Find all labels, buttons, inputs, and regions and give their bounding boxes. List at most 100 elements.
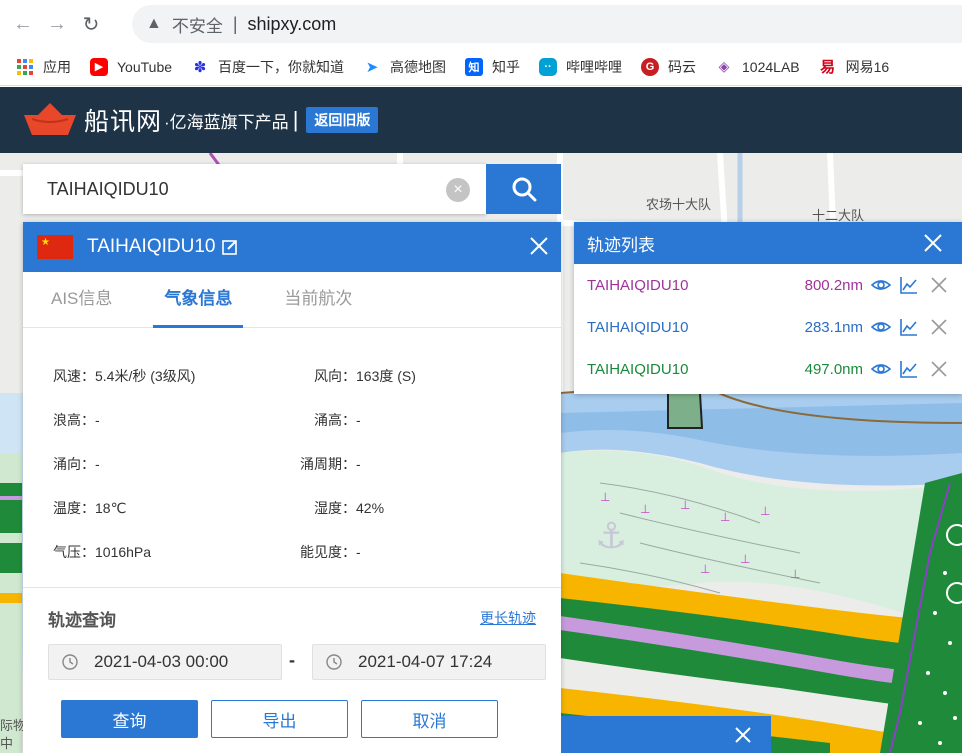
track-distance: 800.2nm bbox=[804, 276, 863, 294]
date-separator: - bbox=[289, 650, 295, 670]
bookmark-label: YouTube bbox=[117, 58, 173, 75]
brand-name: 船讯网 bbox=[84, 108, 163, 136]
china-flag-icon: ★ bbox=[37, 235, 73, 259]
swell-direction: 涌向：- bbox=[53, 456, 100, 472]
wind-speed: 风速：5.4米/秒 (3级风) bbox=[53, 368, 196, 384]
wind-direction: 风向：163度 (S) bbox=[314, 368, 416, 384]
delete-x-icon[interactable] bbox=[929, 317, 949, 337]
bookmark-amap[interactable]: ➤ 高德地图 bbox=[363, 57, 446, 77]
gitee-icon: G bbox=[641, 57, 660, 76]
bookmark-youtube[interactable]: ▶ YouTube bbox=[90, 57, 173, 76]
track-list-item: TAIHAIQIDU10 800.2nm bbox=[574, 264, 962, 306]
return-old-version-button[interactable]: 返回旧版 bbox=[306, 107, 379, 133]
edit-icon[interactable] bbox=[221, 238, 239, 256]
delete-x-icon[interactable] bbox=[929, 275, 949, 295]
swell-height: 涌高：- bbox=[314, 412, 361, 428]
brand-subtitle: ·亿海蓝旗下产品 bbox=[164, 112, 289, 132]
forward-arrow-icon[interactable]: → bbox=[46, 13, 68, 35]
longer-track-link[interactable]: 更长轨迹 bbox=[480, 608, 536, 628]
search-input[interactable] bbox=[23, 178, 433, 200]
clock-icon bbox=[326, 654, 342, 670]
search-button[interactable] bbox=[486, 164, 561, 214]
map-label: 中 bbox=[0, 736, 14, 751]
url-bar[interactable]: ▲ 不安全 | shipxy.com bbox=[132, 5, 962, 43]
bookmark-netease[interactable]: 易 网易16 bbox=[819, 57, 890, 77]
browser-address-bar: ← → ↻ ▲ 不安全 | shipxy.com bbox=[0, 0, 962, 48]
ship-tabs: AIS信息 气象信息 当前航次 bbox=[23, 272, 561, 328]
track-query-section: 轨迹查询 更长轨迹 2021-04-03 00:00 - 2021-04-07 … bbox=[23, 587, 561, 753]
bookmark-gitee[interactable]: G 码云 bbox=[641, 57, 696, 77]
netease-icon: 易 bbox=[820, 59, 836, 76]
line-chart-icon[interactable] bbox=[899, 359, 919, 379]
bookmark-label: 知乎 bbox=[492, 58, 521, 75]
bookmark-bilibili[interactable]: ·· 哔哩哔哩 bbox=[539, 57, 622, 77]
bookmark-label: 码云 bbox=[668, 58, 697, 75]
bookmark-1024lab[interactable]: ◈ 1024LAB bbox=[715, 58, 800, 76]
track-list-title: 轨迹列表 bbox=[587, 235, 655, 255]
pressure: 气压：1016hPa bbox=[53, 544, 152, 560]
export-button[interactable]: 导出 bbox=[211, 700, 348, 738]
url-text[interactable]: shipxy.com bbox=[248, 14, 337, 35]
youtube-icon: ▶ bbox=[90, 57, 108, 76]
bookmark-label: 应用 bbox=[43, 58, 71, 75]
end-date-field[interactable]: 2021-04-07 17:24 bbox=[312, 644, 546, 680]
delete-x-icon[interactable] bbox=[929, 359, 949, 379]
track-list-item: TAIHAIQIDU10 497.0nm bbox=[574, 348, 962, 390]
bookmark-label: 高德地图 bbox=[390, 58, 447, 75]
start-date-value: 2021-04-03 00:00 bbox=[94, 652, 229, 671]
svg-text:⚓: ⚓ bbox=[595, 516, 627, 557]
track-list-panel: 轨迹列表 TAIHAIQIDU10 800.2nm TAIHAIQIDU10 2… bbox=[574, 222, 962, 394]
query-button[interactable]: 查询 bbox=[61, 700, 198, 738]
svg-text:⊥: ⊥ bbox=[680, 498, 690, 512]
clock-icon bbox=[62, 654, 78, 670]
zhihu-icon: 知 bbox=[465, 57, 484, 76]
track-list-header: 轨迹列表 bbox=[574, 222, 962, 264]
svg-text:⊥: ⊥ bbox=[700, 562, 710, 576]
site-header: 船讯网 ·亿海蓝旗下产品 | 返回旧版 bbox=[0, 87, 962, 153]
cancel-button[interactable]: 取消 bbox=[361, 700, 498, 738]
ship-name: TAIHAIQIDU10 bbox=[87, 236, 216, 257]
wave-height: 浪高：- bbox=[53, 412, 100, 428]
bilibili-icon: ·· bbox=[539, 57, 558, 76]
start-date-field[interactable]: 2021-04-03 00:00 bbox=[48, 644, 282, 680]
bookmark-baidu[interactable]: ✽ 百度一下，你就知道 bbox=[191, 57, 344, 77]
warning-triangle-icon[interactable]: ▲ bbox=[146, 15, 162, 33]
bookmark-label: 网易16 bbox=[845, 58, 890, 75]
svg-text:⊥: ⊥ bbox=[720, 510, 730, 524]
amap-icon: ➤ bbox=[365, 58, 379, 76]
close-icon[interactable] bbox=[527, 234, 551, 258]
track-distance: 497.0nm bbox=[804, 360, 863, 378]
visibility: 能见度：- bbox=[300, 544, 361, 560]
track-name: TAIHAIQIDU10 bbox=[587, 276, 689, 294]
bookmark-zhihu[interactable]: 知 知乎 bbox=[465, 57, 520, 77]
brand-divider: | bbox=[292, 107, 299, 132]
temperature: 温度：18℃ bbox=[53, 500, 127, 516]
reload-icon[interactable]: ↻ bbox=[80, 13, 102, 36]
map-label: 农场十大队 bbox=[646, 197, 712, 212]
eye-icon[interactable] bbox=[871, 275, 891, 295]
ship-info-panel: ★ TAIHAIQIDU10 AIS信息 气象信息 当前航次 风速：5.4米/秒… bbox=[23, 222, 561, 753]
url-separator: | bbox=[232, 13, 238, 34]
svg-text:⊥: ⊥ bbox=[790, 567, 800, 581]
bottom-panel-header bbox=[561, 716, 771, 753]
back-arrow-icon[interactable]: ← bbox=[12, 13, 34, 35]
tab-current-voyage[interactable]: 当前航次 bbox=[284, 284, 352, 327]
baidu-paw-icon: ✽ bbox=[193, 58, 207, 76]
close-icon[interactable] bbox=[922, 232, 944, 254]
line-chart-icon[interactable] bbox=[899, 275, 919, 295]
eye-icon[interactable] bbox=[871, 359, 891, 379]
tab-ais-info[interactable]: AIS信息 bbox=[51, 284, 112, 327]
svg-text:⊥: ⊥ bbox=[740, 552, 750, 566]
svg-text:⊥: ⊥ bbox=[600, 490, 610, 504]
ship-logo-icon[interactable] bbox=[22, 101, 78, 139]
bookmark-apps[interactable]: 应用 bbox=[16, 57, 71, 77]
track-query-title: 轨迹查询 bbox=[48, 611, 116, 630]
bookmarks-bar: 应用 ▶ YouTube ✽ 百度一下，你就知道 ➤ 高德地图 知 知乎 ·· … bbox=[0, 48, 962, 86]
tab-weather-info[interactable]: 气象信息 bbox=[153, 284, 244, 328]
line-chart-icon[interactable] bbox=[899, 317, 919, 337]
close-icon[interactable] bbox=[733, 725, 753, 745]
track-distance: 283.1nm bbox=[804, 318, 863, 336]
clear-search-icon[interactable]: × bbox=[446, 178, 470, 202]
eye-icon[interactable] bbox=[871, 317, 891, 337]
apps-grid-icon bbox=[16, 58, 34, 76]
